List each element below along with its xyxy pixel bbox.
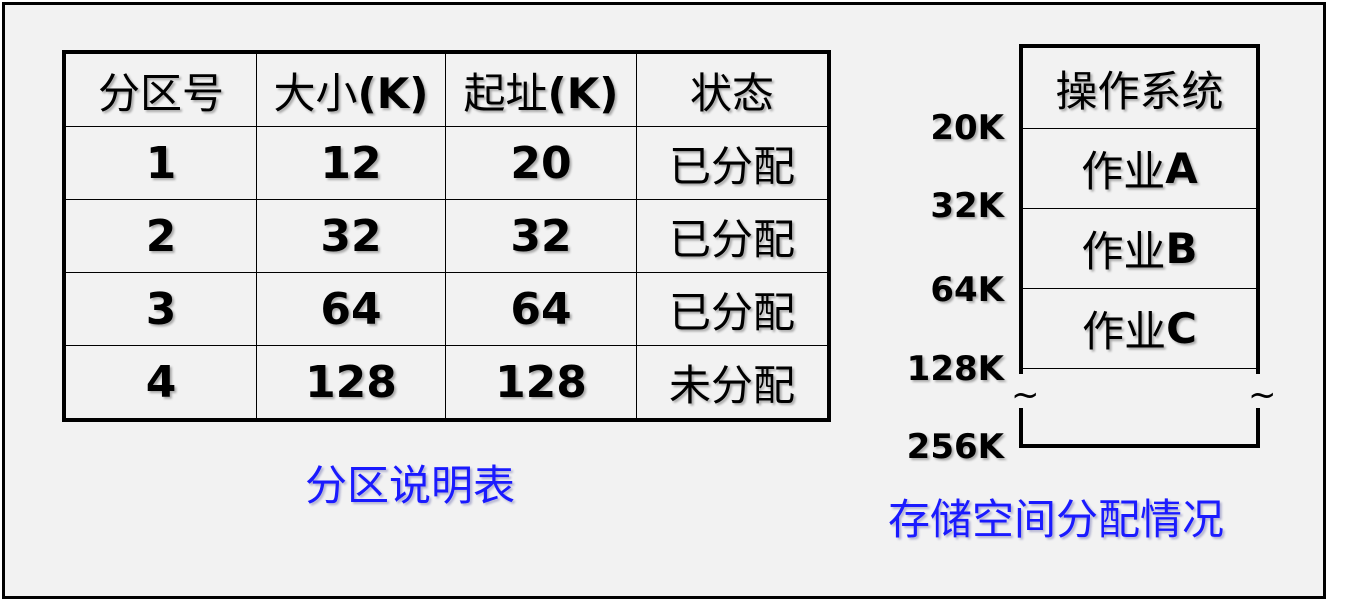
cell-partition-id: 3 [63, 272, 257, 346]
header-size: 大小(K) [256, 51, 446, 127]
address-label: 32K [930, 186, 1004, 226]
header-start-address: 起址(K) [445, 51, 637, 127]
cell-start: 20 [445, 126, 637, 200]
table-row: 4 128 128 未分配 [63, 345, 830, 421]
memory-map: 操作系统 作业 A 作业 B 作业 C [1019, 44, 1260, 448]
address-label: 20K [930, 108, 1004, 148]
cell-size: 12 [256, 126, 446, 200]
memory-divider [1023, 368, 1256, 369]
header-partition-id: 分区号 [63, 51, 257, 127]
memory-block-os: 操作系统 [1055, 66, 1224, 116]
cell-status: 未分配 [636, 345, 830, 421]
cell-partition-id: 2 [63, 199, 257, 273]
cell-size: 128 [256, 345, 446, 421]
cell-start: 128 [445, 345, 637, 421]
address-label: 128K [906, 349, 1004, 389]
cell-size: 64 [256, 272, 446, 346]
cell-start: 64 [445, 272, 637, 346]
break-tilde-right: ~ [1248, 375, 1277, 415]
cell-partition-id: 4 [63, 345, 257, 421]
cell-size: 32 [256, 199, 446, 273]
table-caption: 分区说明表 [305, 461, 516, 510]
memory-free-region-bottom [1019, 404, 1260, 448]
memory-caption: 存储空间分配情况 [888, 495, 1225, 544]
cell-status: 已分配 [636, 272, 830, 346]
memory-block-job-b: 作业 B [1081, 223, 1198, 276]
partition-table: 分区号 大小(K) 起址(K) 状态 1 12 20 已分配 2 32 32 已… [62, 50, 831, 422]
break-tilde-left: ~ [1011, 375, 1040, 415]
header-status: 状态 [636, 51, 830, 127]
cell-status: 已分配 [636, 126, 830, 200]
cell-status: 已分配 [636, 199, 830, 273]
cell-start: 32 [445, 199, 637, 273]
cell-partition-id: 1 [63, 126, 257, 200]
table-row: 1 12 20 已分配 [63, 126, 830, 200]
table-row: 2 32 32 已分配 [63, 199, 830, 273]
memory-block-job-c: 作业 C [1082, 303, 1197, 356]
table-header-row: 分区号 大小(K) 起址(K) 状态 [63, 51, 830, 127]
address-label: 256K [906, 427, 1004, 467]
address-label: 64K [930, 270, 1004, 310]
table-row: 3 64 64 已分配 [63, 272, 830, 346]
memory-block-job-a: 作业 A [1081, 143, 1198, 196]
